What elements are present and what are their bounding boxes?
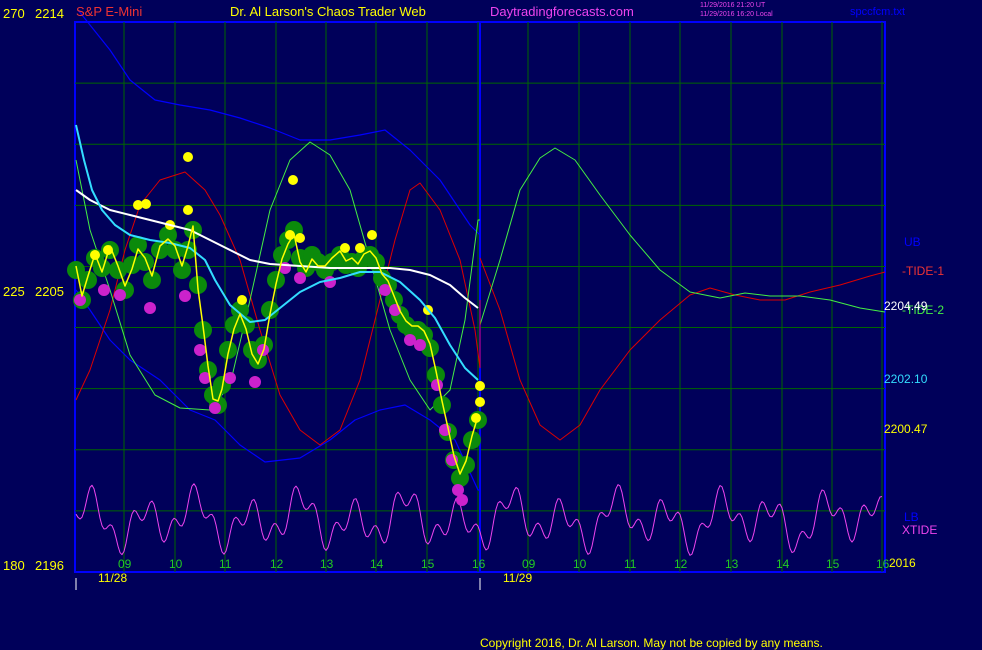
x-tick-label: 14 (776, 557, 790, 571)
y-top-right: 2214 (35, 6, 64, 21)
magenta-dot (194, 344, 206, 356)
x-tick-label: 13 (725, 557, 739, 571)
timestamp-utc: 11/29/2016 21:20 UT (700, 2, 766, 9)
x-tick-label: 09 (522, 557, 536, 571)
yellow-dot (367, 230, 377, 240)
yellow-dot (183, 152, 193, 162)
legend-tide1: -TIDE-1 (902, 264, 944, 278)
yellow-dot (237, 295, 247, 305)
y-mid-left: 225 (3, 284, 25, 299)
magenta-dot (74, 294, 86, 306)
x-tick-label: 10 (573, 557, 587, 571)
x-tick-label: 11 (624, 557, 637, 571)
price-label-3: 2200.47 (884, 422, 928, 436)
x-tick-label: 16 (876, 557, 890, 571)
y-top-left: 270 (3, 6, 25, 21)
x-tick-label: 16 (472, 557, 486, 571)
date-label-1: 11/28 (98, 571, 127, 585)
x-axis: 09 10 11 12 13 14 15 16 09 10 11 12 13 14 15 16 (75, 557, 890, 590)
magenta-dot (179, 290, 191, 302)
yellow-dot (340, 243, 350, 253)
tide2-line-2 (479, 147, 886, 326)
y-mid-right: 2205 (35, 284, 64, 299)
x-tick-label: 10 (169, 557, 183, 571)
tide1-line-2 (479, 257, 886, 441)
legend-lb: LB (904, 510, 919, 524)
x-tick-label: 13 (320, 557, 334, 571)
x-tick-label: 15 (826, 557, 840, 571)
file-label: spccfcm.txt (850, 6, 905, 18)
magenta-dot (456, 494, 468, 506)
magenta-dot (209, 402, 221, 414)
date-label-2: 11/29 (503, 571, 532, 585)
magenta-dot (224, 372, 236, 384)
year-label: 2016 (889, 556, 916, 570)
yellow-dot (288, 175, 298, 185)
site-link[interactable]: Daytradingforecasts.com (490, 4, 634, 19)
chart-title: Dr. Al Larson's Chaos Trader Web (230, 4, 426, 19)
yellow-dot (475, 381, 485, 391)
y-bottom-right: 2196 (35, 558, 64, 573)
x-tick-label: 12 (270, 557, 284, 571)
magenta-dot (431, 379, 443, 391)
copyright: Copyright 2016, Dr. Al Larson. May not b… (480, 636, 823, 650)
magenta-dot (414, 339, 426, 351)
yellow-dot (183, 205, 193, 215)
yellow-dot (141, 199, 151, 209)
green-dot (93, 259, 111, 277)
y-bottom-left: 180 (3, 558, 25, 573)
x-tick-label: 12 (674, 557, 688, 571)
magenta-dot (114, 289, 126, 301)
price-label-1: 2204.49 (884, 299, 928, 313)
magenta-dot (249, 376, 261, 388)
legend-ub: UB (904, 235, 921, 249)
x-tick-label: 09 (118, 557, 132, 571)
timestamp-local: 11/29/2016 16:20 Local (700, 11, 773, 18)
yellow-dot (295, 233, 305, 243)
yellow-dot (475, 397, 485, 407)
chaos-chart: S&P E-Mini Dr. Al Larson's Chaos Trader … (3, 2, 944, 650)
symbol-label: S&P E-Mini (76, 4, 142, 19)
magenta-dot (144, 302, 156, 314)
price-lines (75, 124, 481, 475)
magenta-dot (98, 284, 110, 296)
green-dot (136, 253, 154, 271)
magenta-dot (324, 276, 336, 288)
legend-xtide: XTIDE (902, 523, 937, 537)
magenta-dot (294, 272, 306, 284)
x-tick-label: 14 (370, 557, 384, 571)
price-label-2: 2202.10 (884, 372, 928, 386)
yellow-dot (355, 243, 365, 253)
x-tick-label: 15 (421, 557, 435, 571)
x-tick-label: 11 (219, 557, 232, 571)
